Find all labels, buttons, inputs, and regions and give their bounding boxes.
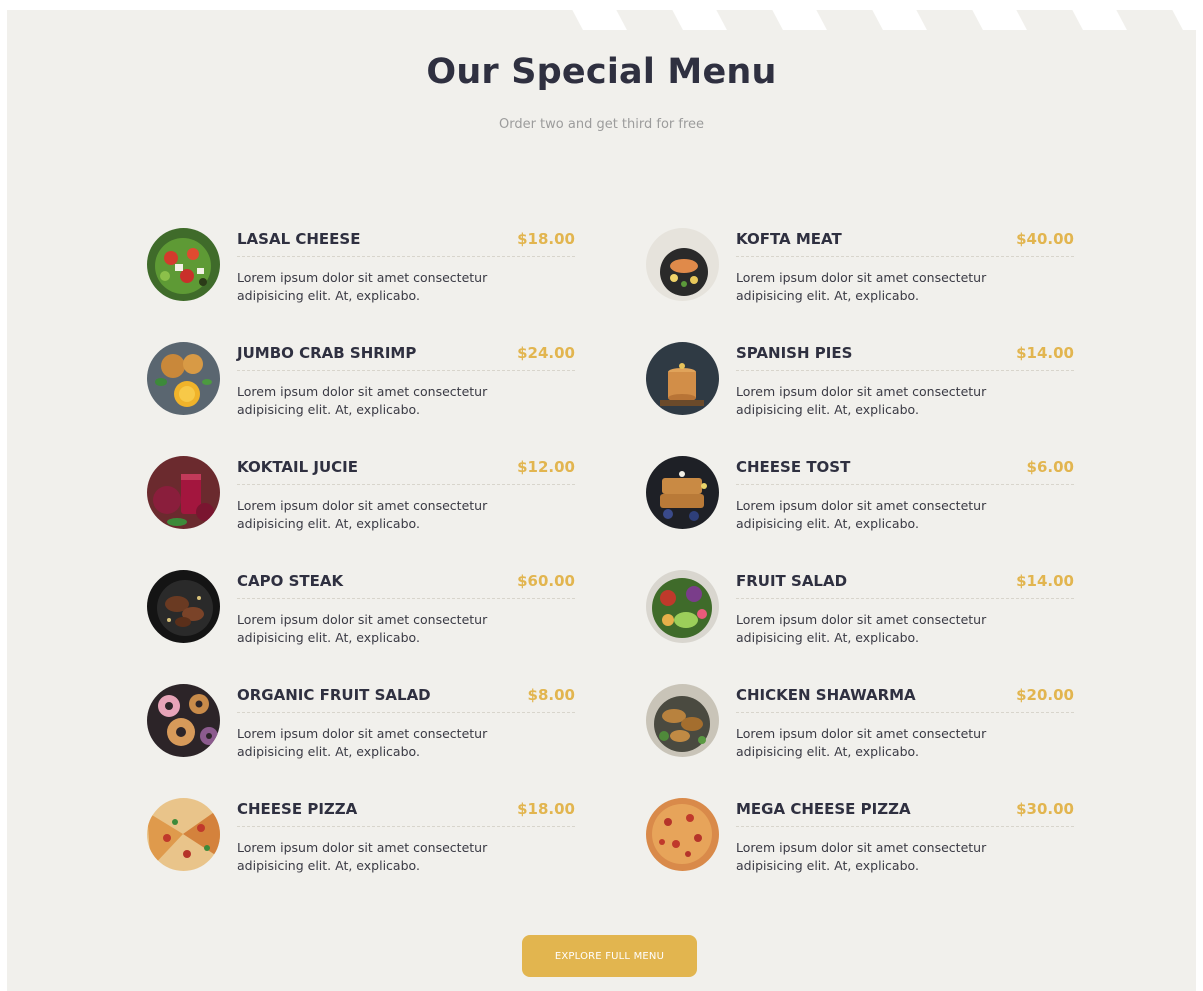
menu-grid: LASAL CHEESE $18.00 Lorem ipsum dolor si… (147, 226, 1087, 886)
item-price: $18.00 (517, 800, 575, 818)
item-price: $20.00 (1016, 686, 1074, 704)
menu-item[interactable]: LASAL CHEESE $18.00 Lorem ipsum dolor si… (147, 226, 575, 306)
item-description: Lorem ipsum dolor sit amet consectetur a… (237, 612, 488, 645)
donuts-image (147, 684, 220, 757)
menu-item[interactable]: MEGA CHEESE PIZZA $30.00 Lorem ipsum dol… (646, 796, 1074, 876)
item-price: $14.00 (1016, 572, 1074, 590)
grilled-chicken-image (646, 684, 719, 757)
item-name: CHICKEN SHAWARMA (736, 686, 916, 704)
dotted-divider (736, 484, 1074, 485)
item-name: SPANISH PIES (736, 344, 853, 362)
decor-stripe (751, 10, 827, 30)
item-price: $12.00 (517, 458, 575, 476)
decor-stripe (1151, 10, 1196, 30)
item-price: $40.00 (1016, 230, 1074, 248)
item-description: Lorem ipsum dolor sit amet consectetur a… (736, 612, 987, 645)
salad-bowl-image (147, 228, 220, 301)
item-description: Lorem ipsum dolor sit amet consectetur a… (237, 840, 488, 873)
french-toast-image (646, 456, 719, 529)
item-description: Lorem ipsum dolor sit amet consectetur a… (736, 270, 987, 303)
dotted-divider (736, 598, 1074, 599)
section-title: Our Special Menu (426, 52, 777, 92)
item-name: LASAL CHEESE (237, 230, 361, 248)
item-description: Lorem ipsum dolor sit amet consectetur a… (237, 498, 488, 531)
dotted-divider (736, 826, 1074, 827)
item-price: $18.00 (517, 230, 575, 248)
menu-item[interactable]: CHICKEN SHAWARMA $20.00 Lorem ipsum dolo… (646, 682, 1074, 762)
beet-juice-image (147, 456, 220, 529)
decor-stripe (651, 10, 727, 30)
steak-pan-image (147, 570, 220, 643)
item-name: KOFTA MEAT (736, 230, 842, 248)
menu-item[interactable]: CAPO STEAK $60.00 Lorem ipsum dolor sit … (147, 568, 575, 648)
special-menu-section: Our Special Menu Order two and get third… (7, 10, 1196, 991)
item-price: $30.00 (1016, 800, 1074, 818)
dotted-divider (237, 712, 575, 713)
item-description: Lorem ipsum dolor sit amet consectetur a… (736, 498, 987, 531)
dotted-divider (237, 370, 575, 371)
dotted-divider (237, 256, 575, 257)
item-price: $6.00 (1026, 458, 1074, 476)
item-description: Lorem ipsum dolor sit amet consectetur a… (237, 384, 488, 417)
dotted-divider (237, 598, 575, 599)
decor-stripe (951, 10, 1027, 30)
dotted-divider (237, 826, 575, 827)
menu-item[interactable]: JUMBO CRAB SHRIMP $24.00 Lorem ipsum dol… (147, 340, 575, 420)
veggie-bowl-image (646, 570, 719, 643)
item-description: Lorem ipsum dolor sit amet consectetur a… (237, 270, 488, 303)
item-name: MEGA CHEESE PIZZA (736, 800, 911, 818)
section-subtitle: Order two and get third for free (498, 117, 705, 132)
menu-item[interactable]: FRUIT SALAD $14.00 Lorem ipsum dolor sit… (646, 568, 1074, 648)
menu-item[interactable]: KOFTA MEAT $40.00 Lorem ipsum dolor sit … (646, 226, 1074, 306)
decor-stripe (1051, 10, 1127, 30)
salmon-plate-image (646, 228, 719, 301)
explore-full-menu-button[interactable]: EXPLORE FULL MENU (522, 935, 697, 977)
item-name: JUMBO CRAB SHRIMP (237, 344, 417, 362)
item-name: CHEESE TOST (736, 458, 851, 476)
item-price: $24.00 (517, 344, 575, 362)
dotted-divider (736, 370, 1074, 371)
dotted-divider (736, 256, 1074, 257)
item-name: CHEESE PIZZA (237, 800, 358, 818)
item-description: Lorem ipsum dolor sit amet consectetur a… (736, 840, 987, 873)
pizza-top-image (646, 798, 719, 871)
menu-item[interactable]: KOKTAIL JUCIE $12.00 Lorem ipsum dolor s… (147, 454, 575, 534)
dotted-divider (237, 484, 575, 485)
menu-item[interactable]: SPANISH PIES $14.00 Lorem ipsum dolor si… (646, 340, 1074, 420)
item-name: ORGANIC FRUIT SALAD (237, 686, 431, 704)
item-name: KOKTAIL JUCIE (237, 458, 358, 476)
decor-stripe (851, 10, 927, 30)
item-price: $60.00 (517, 572, 575, 590)
item-name: CAPO STEAK (237, 572, 344, 590)
menu-item[interactable]: CHEESE TOST $6.00 Lorem ipsum dolor sit … (646, 454, 1074, 534)
item-price: $8.00 (527, 686, 575, 704)
item-description: Lorem ipsum dolor sit amet consectetur a… (736, 726, 987, 759)
item-name: FRUIT SALAD (736, 572, 848, 590)
pancake-stack-image (646, 342, 719, 415)
item-description: Lorem ipsum dolor sit amet consectetur a… (736, 384, 987, 417)
dotted-divider (736, 712, 1074, 713)
item-price: $14.00 (1016, 344, 1074, 362)
decor-stripe (551, 10, 627, 30)
shrimp-dish-image (147, 342, 220, 415)
menu-item[interactable]: ORGANIC FRUIT SALAD $8.00 Lorem ipsum do… (147, 682, 575, 762)
menu-item[interactable]: CHEESE PIZZA $18.00 Lorem ipsum dolor si… (147, 796, 575, 876)
pizza-image (147, 798, 220, 871)
item-description: Lorem ipsum dolor sit amet consectetur a… (237, 726, 488, 759)
